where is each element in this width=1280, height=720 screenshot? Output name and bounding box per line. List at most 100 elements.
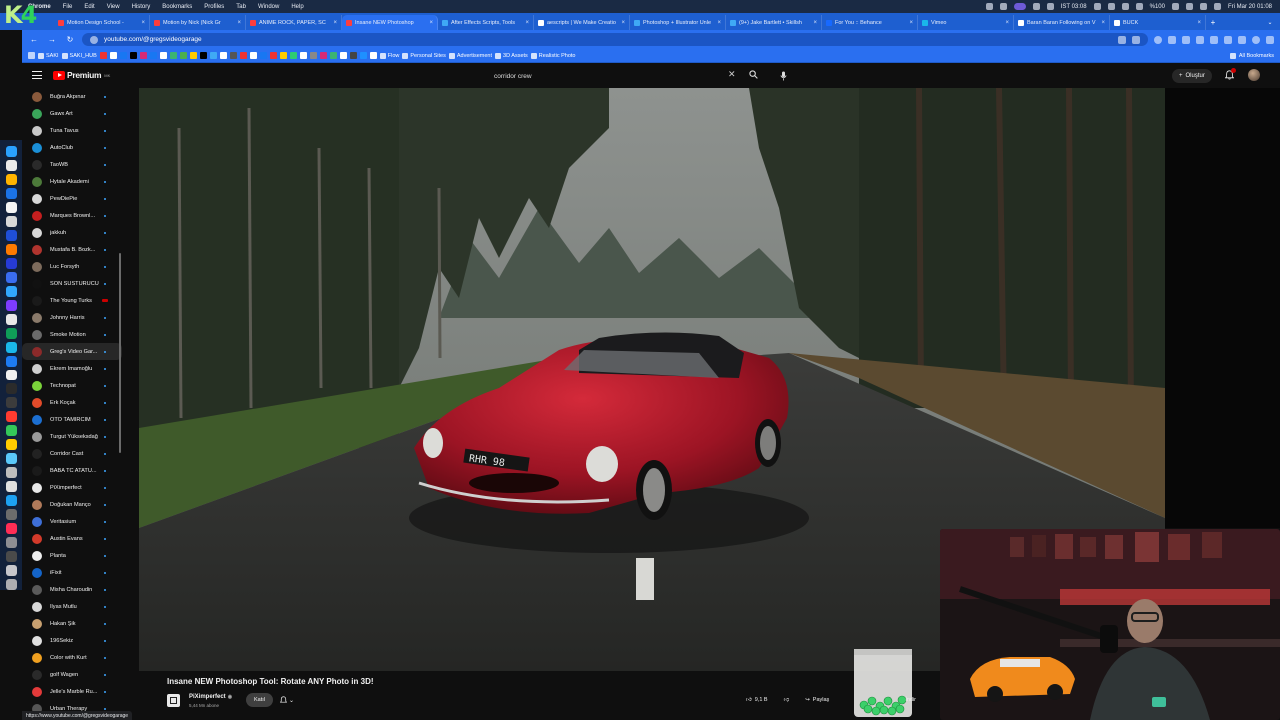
dislike-button[interactable]: 👎︎: [779, 693, 795, 707]
bookmark-realistic-photo[interactable]: Realistic Photo: [530, 52, 575, 59]
subscription-item[interactable]: Tuna Tavus: [22, 122, 122, 139]
bookmark-favicon-icon[interactable]: [239, 52, 247, 59]
dock-app-icon[interactable]: [5, 313, 17, 325]
tab-close-icon[interactable]: ×: [813, 20, 817, 26]
bookmark-favicon-icon[interactable]: [209, 52, 217, 59]
tab-close-icon[interactable]: ×: [909, 20, 913, 26]
bookmark-saki[interactable]: SAKI: [38, 52, 59, 59]
menu-window[interactable]: Window: [252, 4, 285, 10]
channel-name[interactable]: PiXimperfect ◉: [189, 694, 232, 700]
microphone-icon[interactable]: [778, 70, 788, 81]
join-button[interactable]: Katıl: [246, 693, 274, 707]
subscription-item[interactable]: Ekrem İmamoğlu: [22, 360, 122, 377]
bookmark-favicon-icon[interactable]: [119, 52, 127, 59]
share-button[interactable]: ↪ Paylaş: [800, 693, 834, 707]
downloads-icon[interactable]: [1238, 35, 1246, 44]
tab-close-icon[interactable]: ×: [1101, 20, 1105, 26]
search-input[interactable]: corridor crew: [488, 69, 742, 83]
browser-tab[interactable]: Baran Baran Following on V ×: [1014, 15, 1110, 30]
bookmark-favicon-icon[interactable]: [169, 52, 177, 59]
subscription-item[interactable]: Doğukan Manço: [22, 496, 122, 513]
subscription-item[interactable]: Misha Charoudin: [22, 581, 122, 598]
bookmark-favicon-icon[interactable]: [229, 52, 237, 59]
bookmark-favicon-icon[interactable]: [129, 52, 137, 59]
menu-profiles[interactable]: Profiles: [198, 4, 230, 10]
dock-app-icon[interactable]: [5, 495, 17, 507]
tab-close-icon[interactable]: ×: [333, 20, 337, 26]
bookmark-favicon-icon[interactable]: [149, 52, 157, 59]
subscription-item[interactable]: Gawx Art: [22, 105, 122, 122]
menu-edit[interactable]: Edit: [78, 4, 100, 10]
status-icon[interactable]: [1107, 3, 1115, 10]
subscription-item[interactable]: PewDiePie: [22, 190, 122, 207]
bookmark-saki-hub[interactable]: SAKI_HUB: [61, 52, 97, 59]
status-icon[interactable]: [999, 3, 1007, 10]
channel-avatar[interactable]: [167, 694, 180, 707]
dock-app-icon[interactable]: [5, 285, 17, 297]
dock-app-icon[interactable]: [5, 271, 17, 283]
browser-tab[interactable]: Motion Design School - ×: [54, 15, 150, 30]
browser-tab[interactable]: Insane NEW Photoshop ×: [342, 15, 438, 30]
bookmark-favicon-icon[interactable]: [369, 52, 377, 59]
dock-app-icon[interactable]: [5, 425, 17, 437]
dock-app-icon[interactable]: [5, 481, 17, 493]
bookmark-advertisement[interactable]: Advertisement: [448, 52, 492, 59]
bookmark-favicon-icon[interactable]: [199, 52, 207, 59]
dock-app-icon[interactable]: [5, 299, 17, 311]
bookmark-favicon-icon[interactable]: [139, 52, 147, 59]
browser-tab[interactable]: ANIME ROCK, PAPER, SC ×: [246, 15, 342, 30]
bookmark-3d-assets[interactable]: 3D Assets: [495, 52, 528, 59]
tab-close-icon[interactable]: ×: [621, 20, 625, 26]
battery-text[interactable]: %100: [1150, 4, 1165, 10]
dock-app-icon[interactable]: [5, 187, 17, 199]
dock-app-icon[interactable]: [5, 229, 17, 241]
control-center-icon[interactable]: [1213, 3, 1221, 10]
clear-search-icon[interactable]: ✕: [728, 69, 736, 80]
bookmark-favicon-icon[interactable]: [349, 52, 357, 59]
dock-app-icon[interactable]: [5, 467, 17, 479]
dock-app-icon[interactable]: [5, 201, 17, 213]
subscription-item[interactable]: OTO TAMIRCIM: [22, 411, 122, 428]
bookmark-favicon-icon[interactable]: [299, 52, 307, 59]
menu-file[interactable]: File: [57, 4, 79, 10]
subscription-item[interactable]: Jelle's Marble Ru...: [22, 683, 122, 700]
subscription-item[interactable]: Technopat: [22, 377, 122, 394]
extension-icon[interactable]: [1210, 35, 1218, 44]
bookmark-favicon-icon[interactable]: [99, 52, 107, 59]
dock-app-icon[interactable]: [5, 439, 17, 451]
browser-tab[interactable]: Vimeo ×: [918, 15, 1014, 30]
subscription-item[interactable]: İlyas Mutlu: [22, 598, 122, 615]
extension-icon[interactable]: [1196, 35, 1204, 44]
subscription-item[interactable]: TaoWB: [22, 156, 122, 173]
subscription-item[interactable]: Johnny Harris: [22, 309, 122, 326]
subscription-item[interactable]: Hakan Şik: [22, 615, 122, 632]
clock-text[interactable]: Fri Mar 20 01:08: [1228, 4, 1272, 10]
search-query[interactable]: corridor crew: [494, 73, 736, 80]
browser-tab[interactable]: Photoshop + Illustrator Unle ×: [630, 15, 726, 30]
tab-close-icon[interactable]: ×: [1197, 20, 1201, 26]
extension-icon[interactable]: [1168, 35, 1176, 44]
subscription-item[interactable]: Mustafa B. Bozk...: [22, 241, 122, 258]
dock-app-icon[interactable]: [5, 327, 17, 339]
subscription-item[interactable]: Smoke Motion: [22, 326, 122, 343]
subscription-item[interactable]: Color with Kurt: [22, 649, 122, 666]
wifi-icon[interactable]: [1185, 3, 1193, 10]
subscription-item[interactable]: AutoClub: [22, 139, 122, 156]
menu-tab[interactable]: Tab: [230, 4, 252, 10]
subscription-item[interactable]: Marques Brownl...: [22, 207, 122, 224]
subscription-item[interactable]: The Young Turks: [22, 292, 122, 309]
bookmark-personal-sites[interactable]: Personal Sites: [402, 52, 446, 59]
bookmark-flow[interactable]: Flow: [379, 52, 399, 59]
prayer-time-text[interactable]: IST 03:08: [1061, 4, 1087, 10]
tab-close-icon[interactable]: ×: [237, 20, 241, 26]
tab-close-icon[interactable]: ×: [525, 20, 529, 26]
bookmark-star-icon[interactable]: [1132, 35, 1140, 44]
search-icon[interactable]: [1199, 3, 1207, 10]
menu-view[interactable]: View: [101, 4, 126, 10]
bookmark-favicon-icon[interactable]: [189, 52, 197, 59]
status-app-icon[interactable]: [1013, 3, 1026, 10]
site-info-icon[interactable]: [90, 35, 98, 44]
install-app-icon[interactable]: [1118, 35, 1126, 44]
dock-app-icon[interactable]: [5, 537, 17, 549]
subscription-item[interactable]: Luc Forsyth: [22, 258, 122, 275]
